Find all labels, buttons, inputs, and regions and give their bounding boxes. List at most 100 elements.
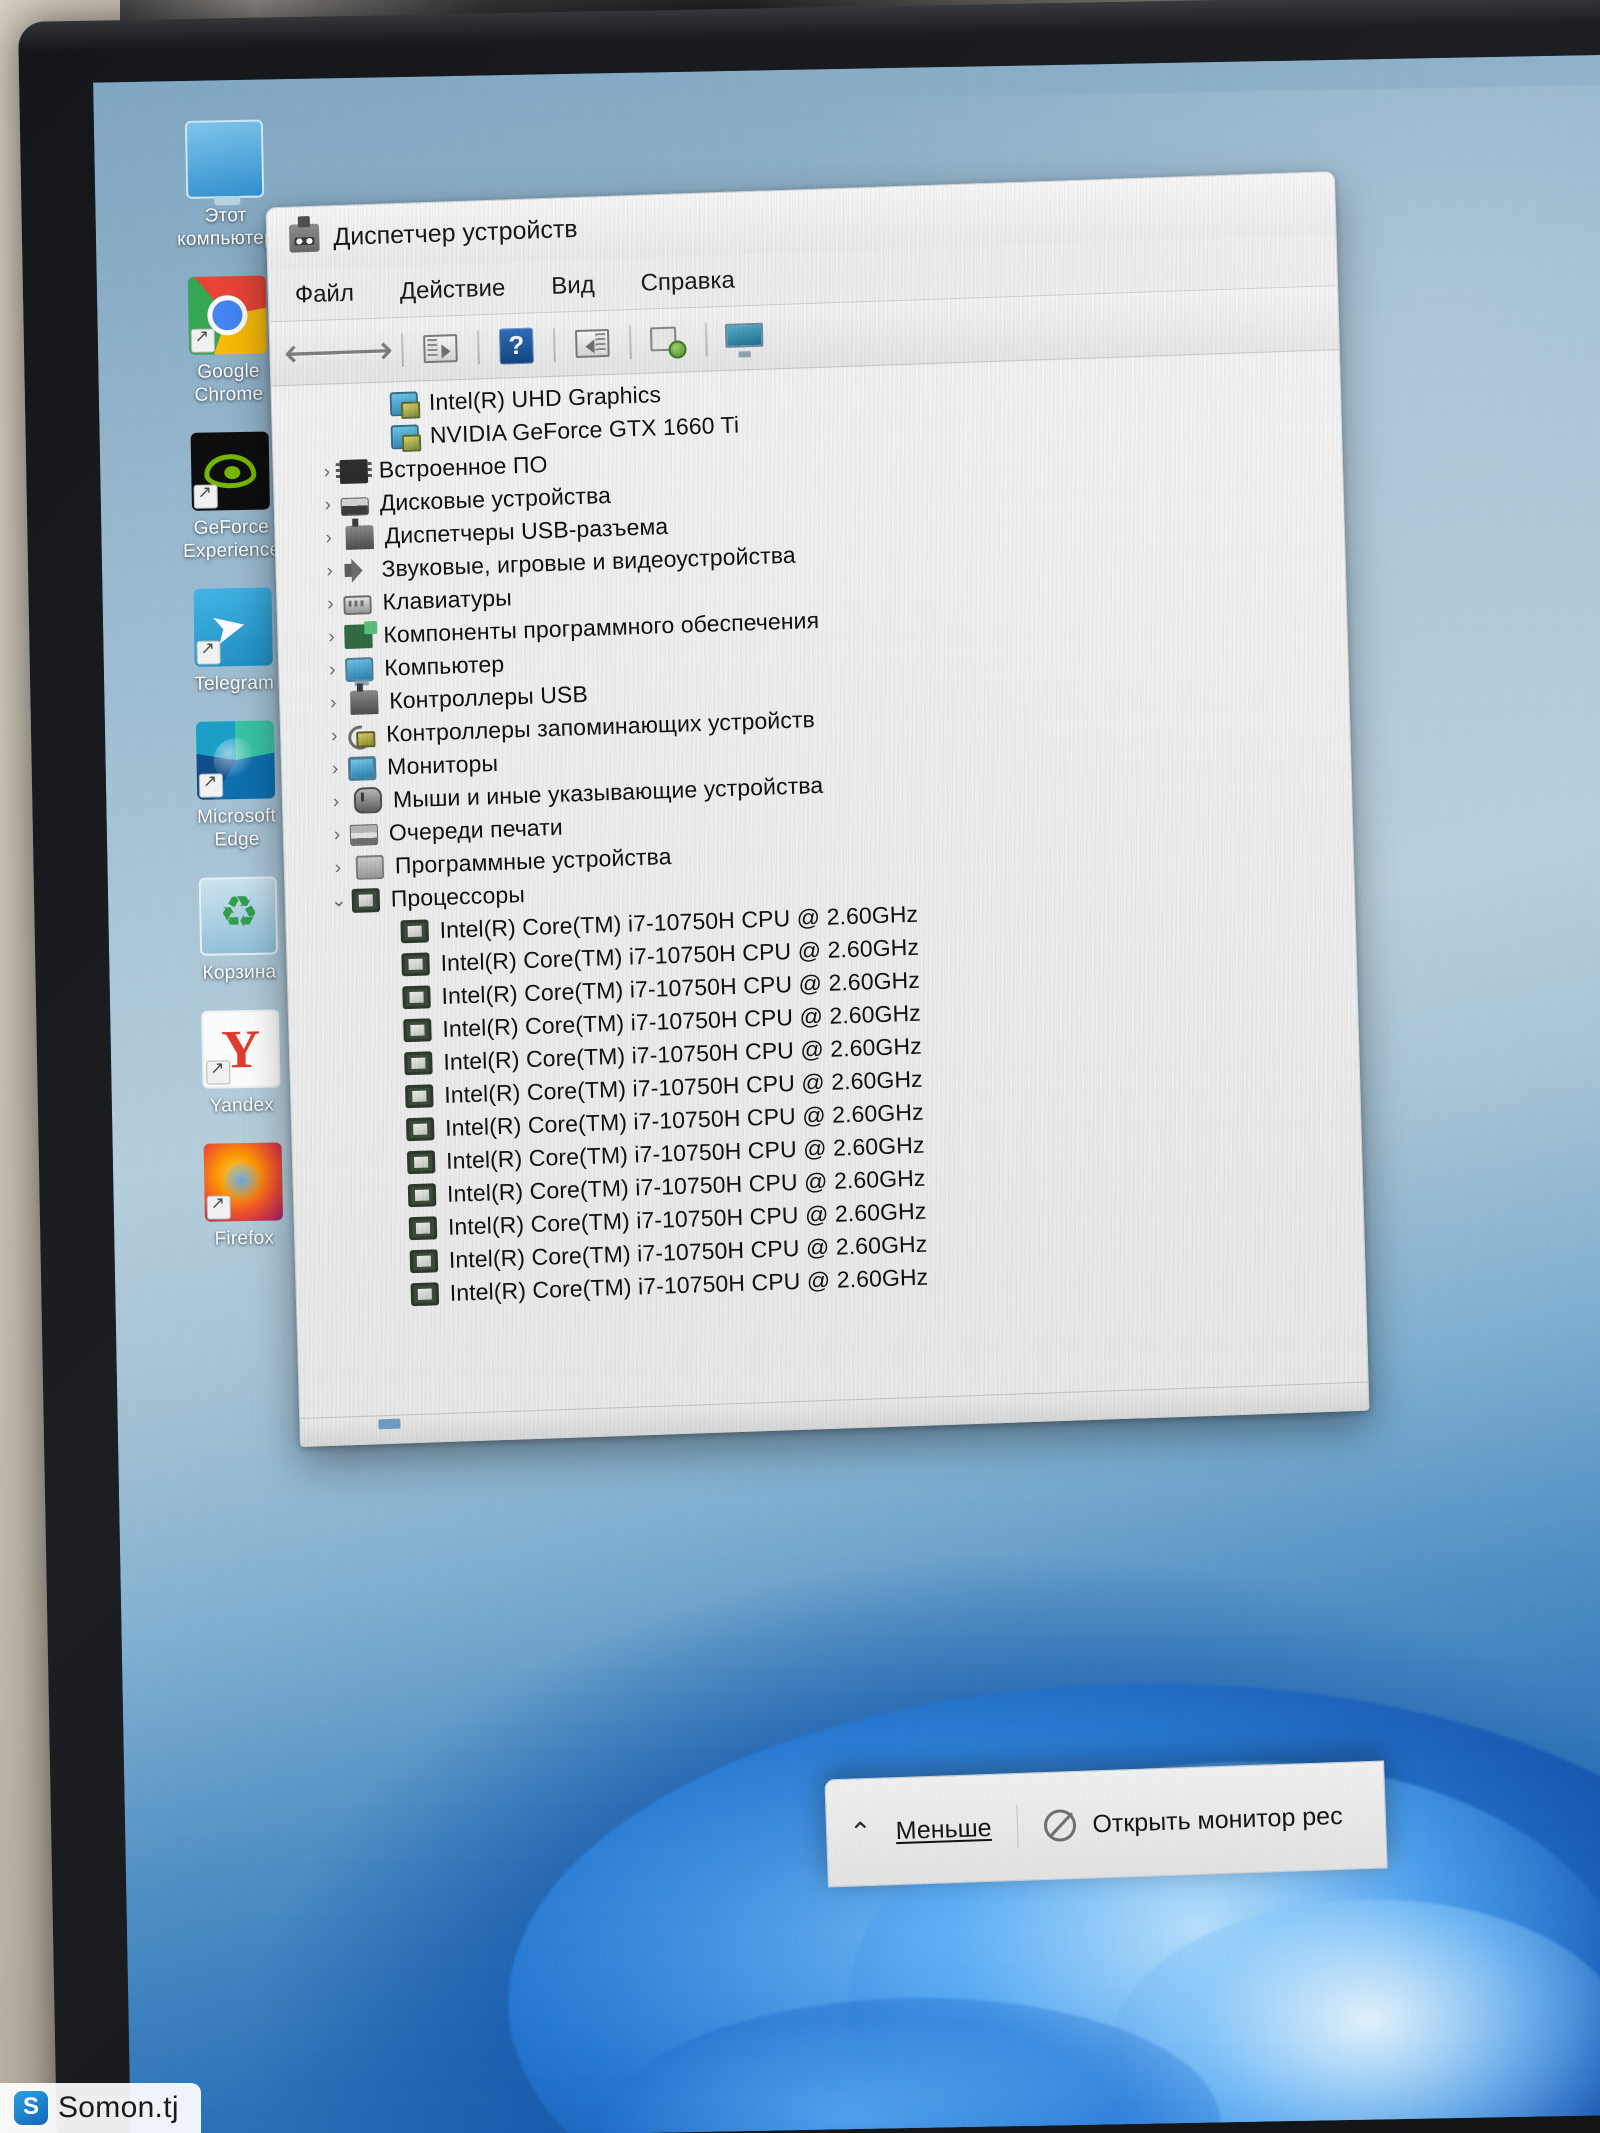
shortcut-arrow-icon [196,640,221,665]
cpu-sm-icon [405,1084,434,1109]
no-entry-icon [1043,1808,1078,1843]
keyboard-icon [343,594,372,615]
toolbar-separator [704,322,708,357]
properties-button[interactable] [416,325,465,371]
shortcut-arrow-icon [190,328,216,353]
chevron-right-icon[interactable]: › [317,593,344,616]
menu-item-action[interactable]: Действие [399,274,505,306]
device-tree-node-label: Мониторы [386,749,499,780]
back-button[interactable]: ⟵ [283,330,342,376]
swdev-icon [355,854,385,880]
cpu-sm-icon [408,1216,438,1241]
chip-icon [339,458,369,484]
usb-icon [345,524,375,550]
chevron-right-icon[interactable]: › [322,758,349,781]
watermark-text: Somon.tj [58,2091,179,2124]
cpu-icon [351,887,381,913]
cpu-sm-icon [410,1282,440,1307]
shortcut-arrow-icon [193,484,218,509]
chevron-right-icon[interactable]: › [324,823,351,846]
chevron-right-icon[interactable]: › [321,725,348,748]
cpu-sm-icon [404,1051,433,1076]
laptop-screen: Этоткомпьютер GoogleChrome GeForceExperi… [93,54,1600,2133]
cpu-sm-icon [409,1249,439,1274]
recycle-bin-icon [198,876,279,956]
forward-arrow-icon: ⟶ [335,327,394,374]
disk-icon [340,496,370,516]
device-tree-node-label: Intel(R) UHD Graphics [428,381,662,416]
toolbar-separator [400,332,404,367]
chevron-right-icon[interactable]: › [325,856,352,879]
task-manager-footer[interactable]: ⌃ Меньше Открыть монитор рес [824,1760,1388,1888]
cpu-sm-icon [402,985,431,1010]
chevron-right-icon[interactable]: › [323,790,350,813]
somon-logo-icon [14,2091,48,2125]
toolbar-separator [628,324,632,359]
chevron-up-icon[interactable]: ⌃ [849,1816,873,1848]
show-hidden-button[interactable] [568,320,617,366]
update-driver-button[interactable] [720,315,769,361]
chevron-right-icon[interactable]: › [320,692,347,715]
scan-hardware-button[interactable] [644,318,693,364]
chevron-down-icon[interactable]: ⌄ [326,889,353,913]
cpu-sm-icon [406,1150,436,1175]
device-tree-node-label: Встроенное ПО [378,451,548,483]
monitor-icon [347,755,377,781]
telegram-icon [193,587,273,667]
toolbar-separator [552,327,556,362]
menu-item-help[interactable]: Справка [640,266,735,297]
edge-icon [195,720,276,800]
chevron-right-icon[interactable]: › [314,494,341,517]
laptop-bezel: Этоткомпьютер GoogleChrome GeForceExperi… [18,0,1600,2133]
footer-separator [1016,1804,1020,1849]
device-tree-node-label: Компьютер [383,650,505,681]
printer-icon [349,824,379,846]
cpu-sm-icon [400,919,430,944]
back-arrow-icon: ⟵ [283,329,342,376]
chevron-right-icon[interactable]: › [319,659,346,682]
menu-item-view[interactable]: Вид [551,271,595,300]
display-icon [389,390,419,416]
chrome-icon [187,275,268,355]
open-resource-monitor-button[interactable]: Открыть монитор рес [1092,1801,1343,1838]
menu-item-file[interactable]: Файл [295,279,355,309]
device-manager-icon [288,223,320,253]
statusbar-grip [378,1418,401,1430]
chevron-right-icon[interactable]: › [318,626,345,649]
chevron-right-icon[interactable]: › [316,560,343,583]
less-button[interactable]: Меньше [895,1813,992,1845]
mouse-icon [353,786,383,814]
cpu-sm-icon [405,1117,435,1142]
device-tree-node-label: Очереди печати [388,813,564,846]
device-tree-node-label: Дисковые устройства [379,481,612,516]
shortcut-arrow-icon [198,773,224,798]
this-pc-icon [184,119,265,199]
forward-button[interactable]: ⟶ [335,328,394,374]
cpu-sm-icon [401,952,430,977]
photograph-of-laptop-screen: Этоткомпьютер GoogleChrome GeForceExperi… [0,0,1600,2133]
cpu-sm-icon [403,1018,432,1043]
help-button[interactable]: ? [492,323,541,369]
toolbar-separator [476,329,480,364]
device-tree-node-label: Клавиатуры [382,584,513,615]
window-title: Диспетчер устройств [332,214,578,251]
storage-icon [347,723,376,748]
device-manager-window[interactable]: Диспетчер устройств Файл Действие Вид Сп… [265,171,1370,1448]
device-tree[interactable]: Intel(R) UHD Graphics NVIDIA GeForce GTX … [271,351,1368,1419]
properties-icon [423,333,458,363]
computer-icon [345,656,374,682]
soft-icon [344,623,373,649]
chevron-right-icon[interactable]: › [315,527,342,550]
